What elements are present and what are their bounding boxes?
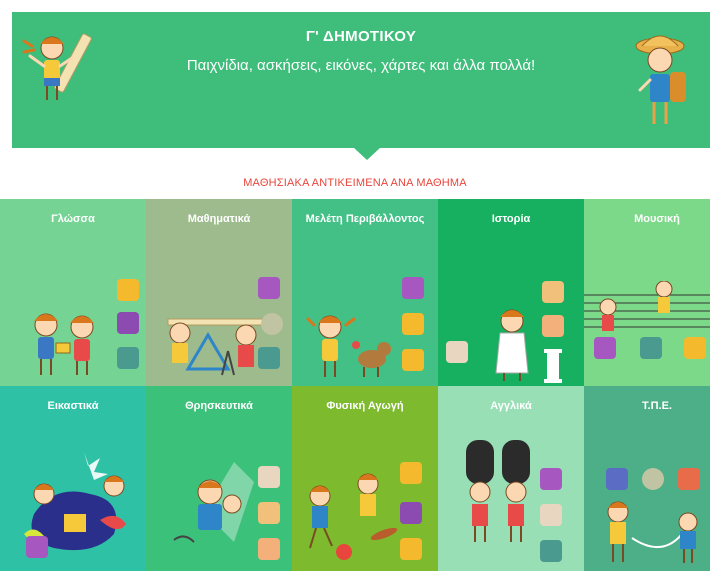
subjects-grid: Γλώσσα Μαθηματικά Μελέτη Περιβάλλοντος Ι…	[0, 199, 710, 571]
subject-name: Θρησκευτικά	[185, 400, 253, 412]
subject-tile-meleti[interactable]: Μελέτη Περιβάλλοντος	[292, 199, 438, 386]
subject-tile-agglika[interactable]: Αγγλικά	[438, 386, 584, 571]
exercises-icon[interactable]	[642, 468, 664, 490]
subject-name: Τ.Π.Ε.	[642, 400, 672, 412]
presentations-icon[interactable]	[400, 502, 422, 524]
section-title: ΜΑΘΗΣΙΑΚΑ ΑΝΤΙΚΕΙΜΕΝΑ ΑΝΑ ΜΑΘΗΜΑ	[243, 177, 467, 189]
subject-name: Εικαστικά	[47, 400, 99, 412]
search-images-icon[interactable]	[640, 337, 662, 359]
search-images-icon[interactable]	[258, 347, 280, 369]
exercises-icon[interactable]	[400, 462, 422, 484]
images-icon[interactable]	[542, 281, 564, 303]
subject-tile-mathimatika[interactable]: Μαθηματικά	[146, 199, 292, 386]
page-title: Γ' ΔΗΜΟΤΙΚΟΥ	[305, 28, 417, 45]
kid-with-grandpa-illustration	[173, 462, 254, 543]
girl-with-dog-illustration	[306, 315, 391, 377]
presentations-icon[interactable]	[540, 468, 562, 490]
subject-name: Μελέτη Περιβάλλοντος	[305, 213, 425, 225]
games-icon[interactable]	[402, 277, 424, 299]
subject-name: Γλώσσα	[51, 213, 95, 225]
maps-icon[interactable]	[402, 349, 424, 371]
lab-flask-icon[interactable]	[606, 468, 628, 490]
ancient-greek-boy-illustration	[495, 309, 529, 381]
girl-with-ruler-illustration	[22, 33, 92, 100]
exercises-icon[interactable]	[402, 313, 424, 335]
subject-tile-istoria[interactable]: Ιστορία	[438, 199, 584, 386]
maps-icon[interactable]	[258, 538, 280, 560]
subject-name: Αγγλικά	[490, 400, 532, 412]
exercises-icon[interactable]	[117, 279, 139, 301]
royal-guards-illustration	[466, 440, 530, 542]
games-icon[interactable]	[26, 536, 48, 558]
subject-tile-fysiki-agogi[interactable]: Φυσική Αγωγή	[292, 386, 438, 571]
exercises-icon[interactable]	[684, 337, 706, 359]
subject-tile-thriskeftika[interactable]: Θρησκευτικά	[146, 386, 292, 571]
subject-name: Φυσική Αγωγή	[326, 400, 404, 412]
top-strip	[0, 0, 710, 12]
images-icon[interactable]	[258, 502, 280, 524]
kids-reading-illustration	[34, 313, 94, 375]
kids-playing-ball-illustration	[309, 473, 398, 560]
search-images-icon[interactable]	[540, 540, 562, 562]
subject-tile-eikastika[interactable]: Εικαστικά	[0, 386, 146, 571]
banner-pointer	[353, 147, 381, 160]
games-icon[interactable]	[258, 277, 280, 299]
presentations-icon[interactable]	[678, 468, 700, 490]
presentations-icon[interactable]	[117, 312, 139, 334]
kids-with-computer-mouse-illustration	[607, 501, 698, 563]
search-images-icon[interactable]	[117, 347, 139, 369]
maps-icon[interactable]	[400, 538, 422, 560]
subject-name: Μαθηματικά	[187, 213, 251, 225]
subject-name: Μουσική	[634, 213, 680, 225]
greek-column-icon	[544, 349, 562, 383]
page-subtitle: Παιχνίδια, ασκήσεις, εικόνες, χάρτες και…	[186, 57, 536, 74]
hero-banner: Γ' ΔΗΜΟΤΙΚΟΥ Παιχνίδια, ασκήσεις, εικόνε…	[12, 12, 710, 148]
kids-geometry-illustration	[167, 318, 268, 376]
subject-tile-glossa[interactable]: Γλώσσα	[0, 199, 146, 386]
subject-tile-mousiki[interactable]: Μουσική	[584, 199, 710, 386]
maps-icon[interactable]	[542, 315, 564, 337]
subject-name: Ιστορία	[491, 213, 531, 225]
exercises-icon[interactable]	[261, 313, 283, 335]
subject-tile-tpe[interactable]: Τ.Π.Ε.	[584, 386, 710, 571]
video-icon[interactable]	[258, 466, 280, 488]
video-icon[interactable]	[446, 341, 468, 363]
video-icon[interactable]	[540, 504, 562, 526]
presentations-icon[interactable]	[594, 337, 616, 359]
explorer-boy-illustration	[635, 35, 686, 124]
